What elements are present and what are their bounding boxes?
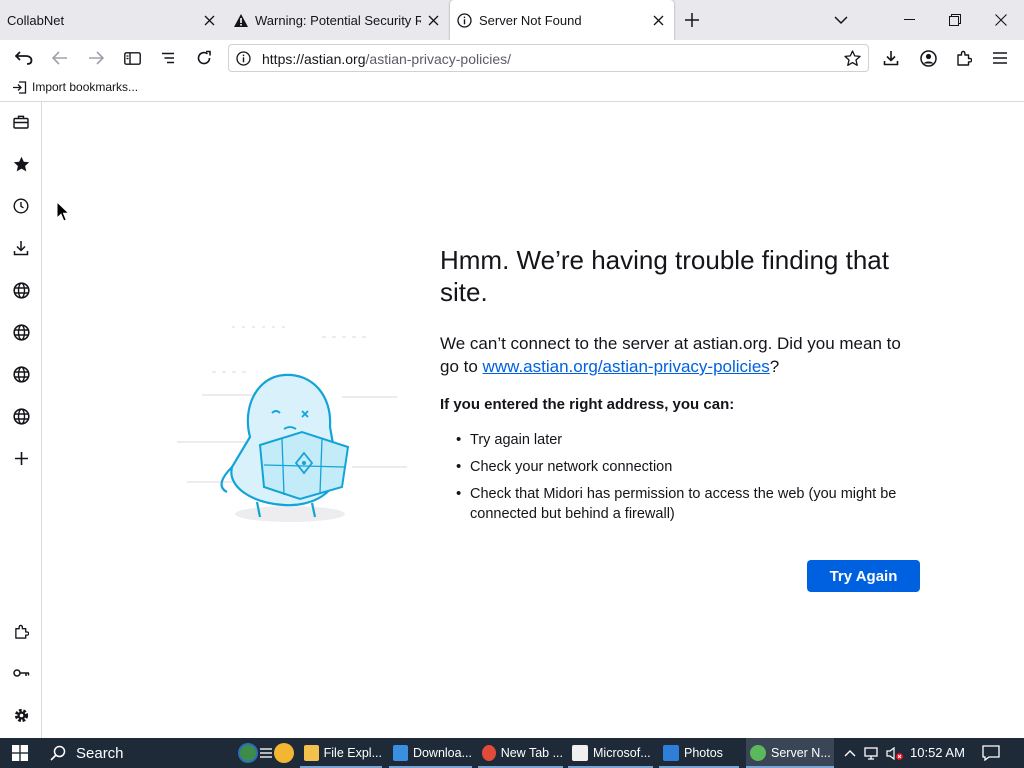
system-tray (842, 738, 912, 768)
taskbar-new-tab[interactable]: New Tab ... (478, 738, 563, 768)
info-icon (457, 12, 473, 28)
taskbar: Search File Expl... Downloa... New Tab .… (0, 738, 1024, 768)
weather-widget-icon[interactable] (238, 741, 294, 765)
store-bag-icon (572, 745, 588, 761)
taskbar-item-label: Microsof... (593, 746, 651, 760)
new-tab-button[interactable] (682, 10, 702, 30)
chrome-icon (482, 745, 496, 761)
close-icon[interactable] (425, 12, 441, 28)
extensions-sidebar-icon[interactable] (11, 621, 31, 641)
import-bookmarks-button[interactable]: Import bookmarks... (12, 80, 138, 94)
key-icon[interactable] (11, 663, 31, 683)
url-path: /astian-privacy-policies/ (365, 51, 512, 67)
clock[interactable]: 10:52 AM (910, 745, 965, 760)
midori-leaf-icon (750, 745, 766, 761)
start-button[interactable] (0, 738, 40, 768)
site-info-icon[interactable] (236, 51, 251, 66)
account-icon[interactable] (917, 47, 939, 69)
list-item: Try again later (440, 430, 940, 450)
list-item: Check your network connection (440, 457, 940, 477)
taskbar-photos[interactable]: Photos (659, 738, 739, 768)
import-bookmarks-label: Import bookmarks... (32, 80, 139, 94)
notifications-icon[interactable] (982, 745, 1000, 762)
folder-icon (304, 745, 319, 761)
tab-title: Server Not Found (479, 12, 582, 28)
chevron-up-icon[interactable] (842, 745, 858, 761)
reload-button[interactable] (193, 47, 215, 69)
navigation-bar: https://astian.org/astian-privacy-polici… (0, 40, 1024, 76)
tab-security-warning[interactable]: Warning: Potential Security Risk (225, 0, 449, 40)
globe-icon[interactable] (11, 322, 31, 342)
search-label: Search (76, 744, 124, 762)
downloads-icon[interactable] (880, 47, 902, 69)
error-illustration (172, 317, 412, 532)
taskbar-search[interactable]: Search (40, 738, 236, 768)
settings-gear-icon[interactable] (11, 705, 31, 725)
warning-icon (233, 12, 249, 28)
error-description-suffix: ? (769, 357, 780, 376)
minimize-button[interactable] (899, 10, 919, 30)
url-text: https://astian.org/astian-privacy-polici… (262, 51, 511, 67)
add-panel-icon[interactable] (11, 448, 31, 468)
globe-icon[interactable] (11, 364, 31, 384)
downloads-sidebar-icon[interactable] (11, 238, 31, 258)
bookmarks-toolbar: Import bookmarks... (0, 76, 1024, 102)
menu-icon[interactable] (989, 47, 1011, 69)
globe-icon[interactable] (11, 406, 31, 426)
url-domain: https://astian.org (262, 51, 366, 67)
mouse-cursor-icon (56, 200, 71, 223)
suggestions-list: Try again later Check your network conne… (440, 430, 940, 531)
suggestions-heading: If you entered the right address, you ca… (440, 396, 735, 413)
taskbar-item-label: New Tab ... (500, 746, 563, 760)
download-arrow-icon (393, 745, 408, 761)
history-clock-icon[interactable] (11, 196, 31, 216)
tab-title: Warning: Potential Security Risk (255, 12, 421, 28)
tab-list-icon[interactable] (157, 47, 179, 69)
list-item: Check that Midori has permission to acce… (440, 484, 940, 524)
try-again-button[interactable]: Try Again (807, 560, 920, 592)
import-icon (12, 80, 27, 94)
network-icon[interactable] (864, 745, 882, 761)
extensions-icon[interactable] (953, 47, 975, 69)
url-bar[interactable]: https://astian.org/astian-privacy-polici… (228, 44, 869, 72)
tab-bar: CollabNet Warning: Potential Security Ri… (0, 0, 1024, 40)
search-icon (50, 745, 66, 761)
briefcase-icon[interactable] (11, 112, 31, 132)
bookmark-star-icon[interactable] (844, 50, 861, 67)
volume-muted-icon[interactable] (886, 745, 904, 761)
taskbar-file-explorer[interactable]: File Expl... (300, 738, 382, 768)
close-icon[interactable] (650, 12, 666, 28)
error-page: Hmm. We’re having trouble finding that s… (42, 102, 1024, 738)
taskbar-item-label: Downloa... (412, 746, 472, 760)
photos-icon (663, 745, 679, 761)
taskbar-item-label: Server N... (771, 746, 831, 760)
taskbar-item-label: File Expl... (323, 746, 382, 760)
list-all-tabs-button[interactable] (831, 10, 851, 30)
tab-collabnet[interactable]: CollabNet (0, 0, 225, 40)
close-icon[interactable] (201, 12, 217, 28)
forward-button[interactable] (85, 47, 107, 69)
globe-icon[interactable] (11, 280, 31, 300)
suggested-url-link[interactable]: www.astian.org/astian-privacy-policies (483, 357, 770, 376)
close-window-button[interactable] (991, 10, 1011, 30)
taskbar-server-not-found[interactable]: Server N... (746, 738, 834, 768)
restore-button[interactable] (945, 10, 965, 30)
sidebar (0, 102, 42, 738)
taskbar-microsoft-store[interactable]: Microsof... (568, 738, 653, 768)
taskbar-item-label: Photos (684, 746, 723, 760)
error-description: We can’t connect to the server at astian… (440, 332, 920, 378)
sidebar-toggle-icon[interactable] (121, 47, 143, 69)
taskbar-downloads[interactable]: Downloa... (389, 738, 472, 768)
error-title: Hmm. We’re having trouble finding that s… (440, 245, 889, 307)
tab-title: CollabNet (7, 12, 65, 28)
bookmarks-star-icon[interactable] (11, 154, 31, 174)
tab-server-not-found[interactable]: Server Not Found (450, 0, 674, 40)
undo-close-tab-icon[interactable] (13, 47, 35, 69)
back-button[interactable] (49, 47, 71, 69)
